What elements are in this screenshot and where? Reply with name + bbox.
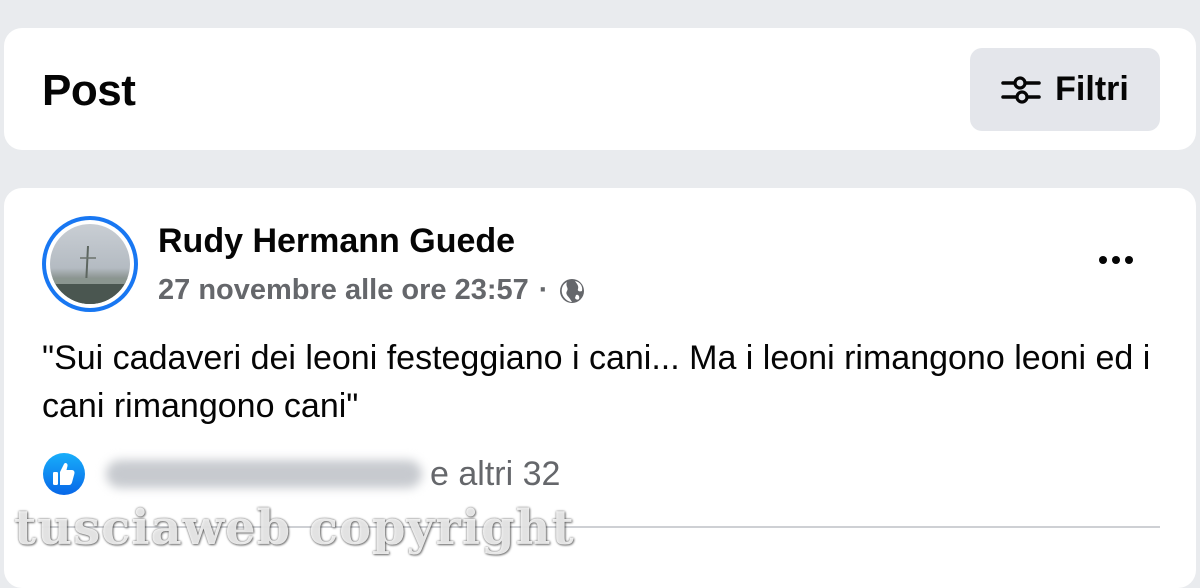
filter-button-label: Filtri bbox=[1055, 70, 1129, 108]
filter-button[interactable]: Filtri bbox=[970, 48, 1160, 131]
watermark: tusciaweb copyright bbox=[14, 500, 575, 556]
meta-separator: · bbox=[538, 274, 549, 306]
avatar[interactable] bbox=[42, 216, 138, 312]
like-icon bbox=[42, 452, 86, 496]
reactions-summary[interactable]: e altri 32 bbox=[42, 452, 560, 496]
profile-photo bbox=[50, 224, 130, 304]
more-options-button[interactable] bbox=[1086, 236, 1146, 284]
blurred-names bbox=[106, 460, 422, 488]
globe-icon bbox=[558, 277, 586, 305]
more-horizontal-icon bbox=[1099, 256, 1107, 264]
posts-header: Post Filtri bbox=[4, 28, 1196, 150]
post-meta: 27 novembre alle ore 23:57 · bbox=[158, 274, 586, 307]
post-timestamp[interactable]: 27 novembre alle ore 23:57 bbox=[158, 274, 529, 307]
author-name[interactable]: Rudy Hermann Guede bbox=[158, 222, 515, 261]
sliders-icon bbox=[1001, 74, 1041, 106]
reactions-count: e altri 32 bbox=[430, 454, 561, 493]
page-title: Post bbox=[42, 66, 136, 115]
post-text: "Sui cadaveri dei leoni festeggiano i ca… bbox=[42, 339, 1151, 425]
